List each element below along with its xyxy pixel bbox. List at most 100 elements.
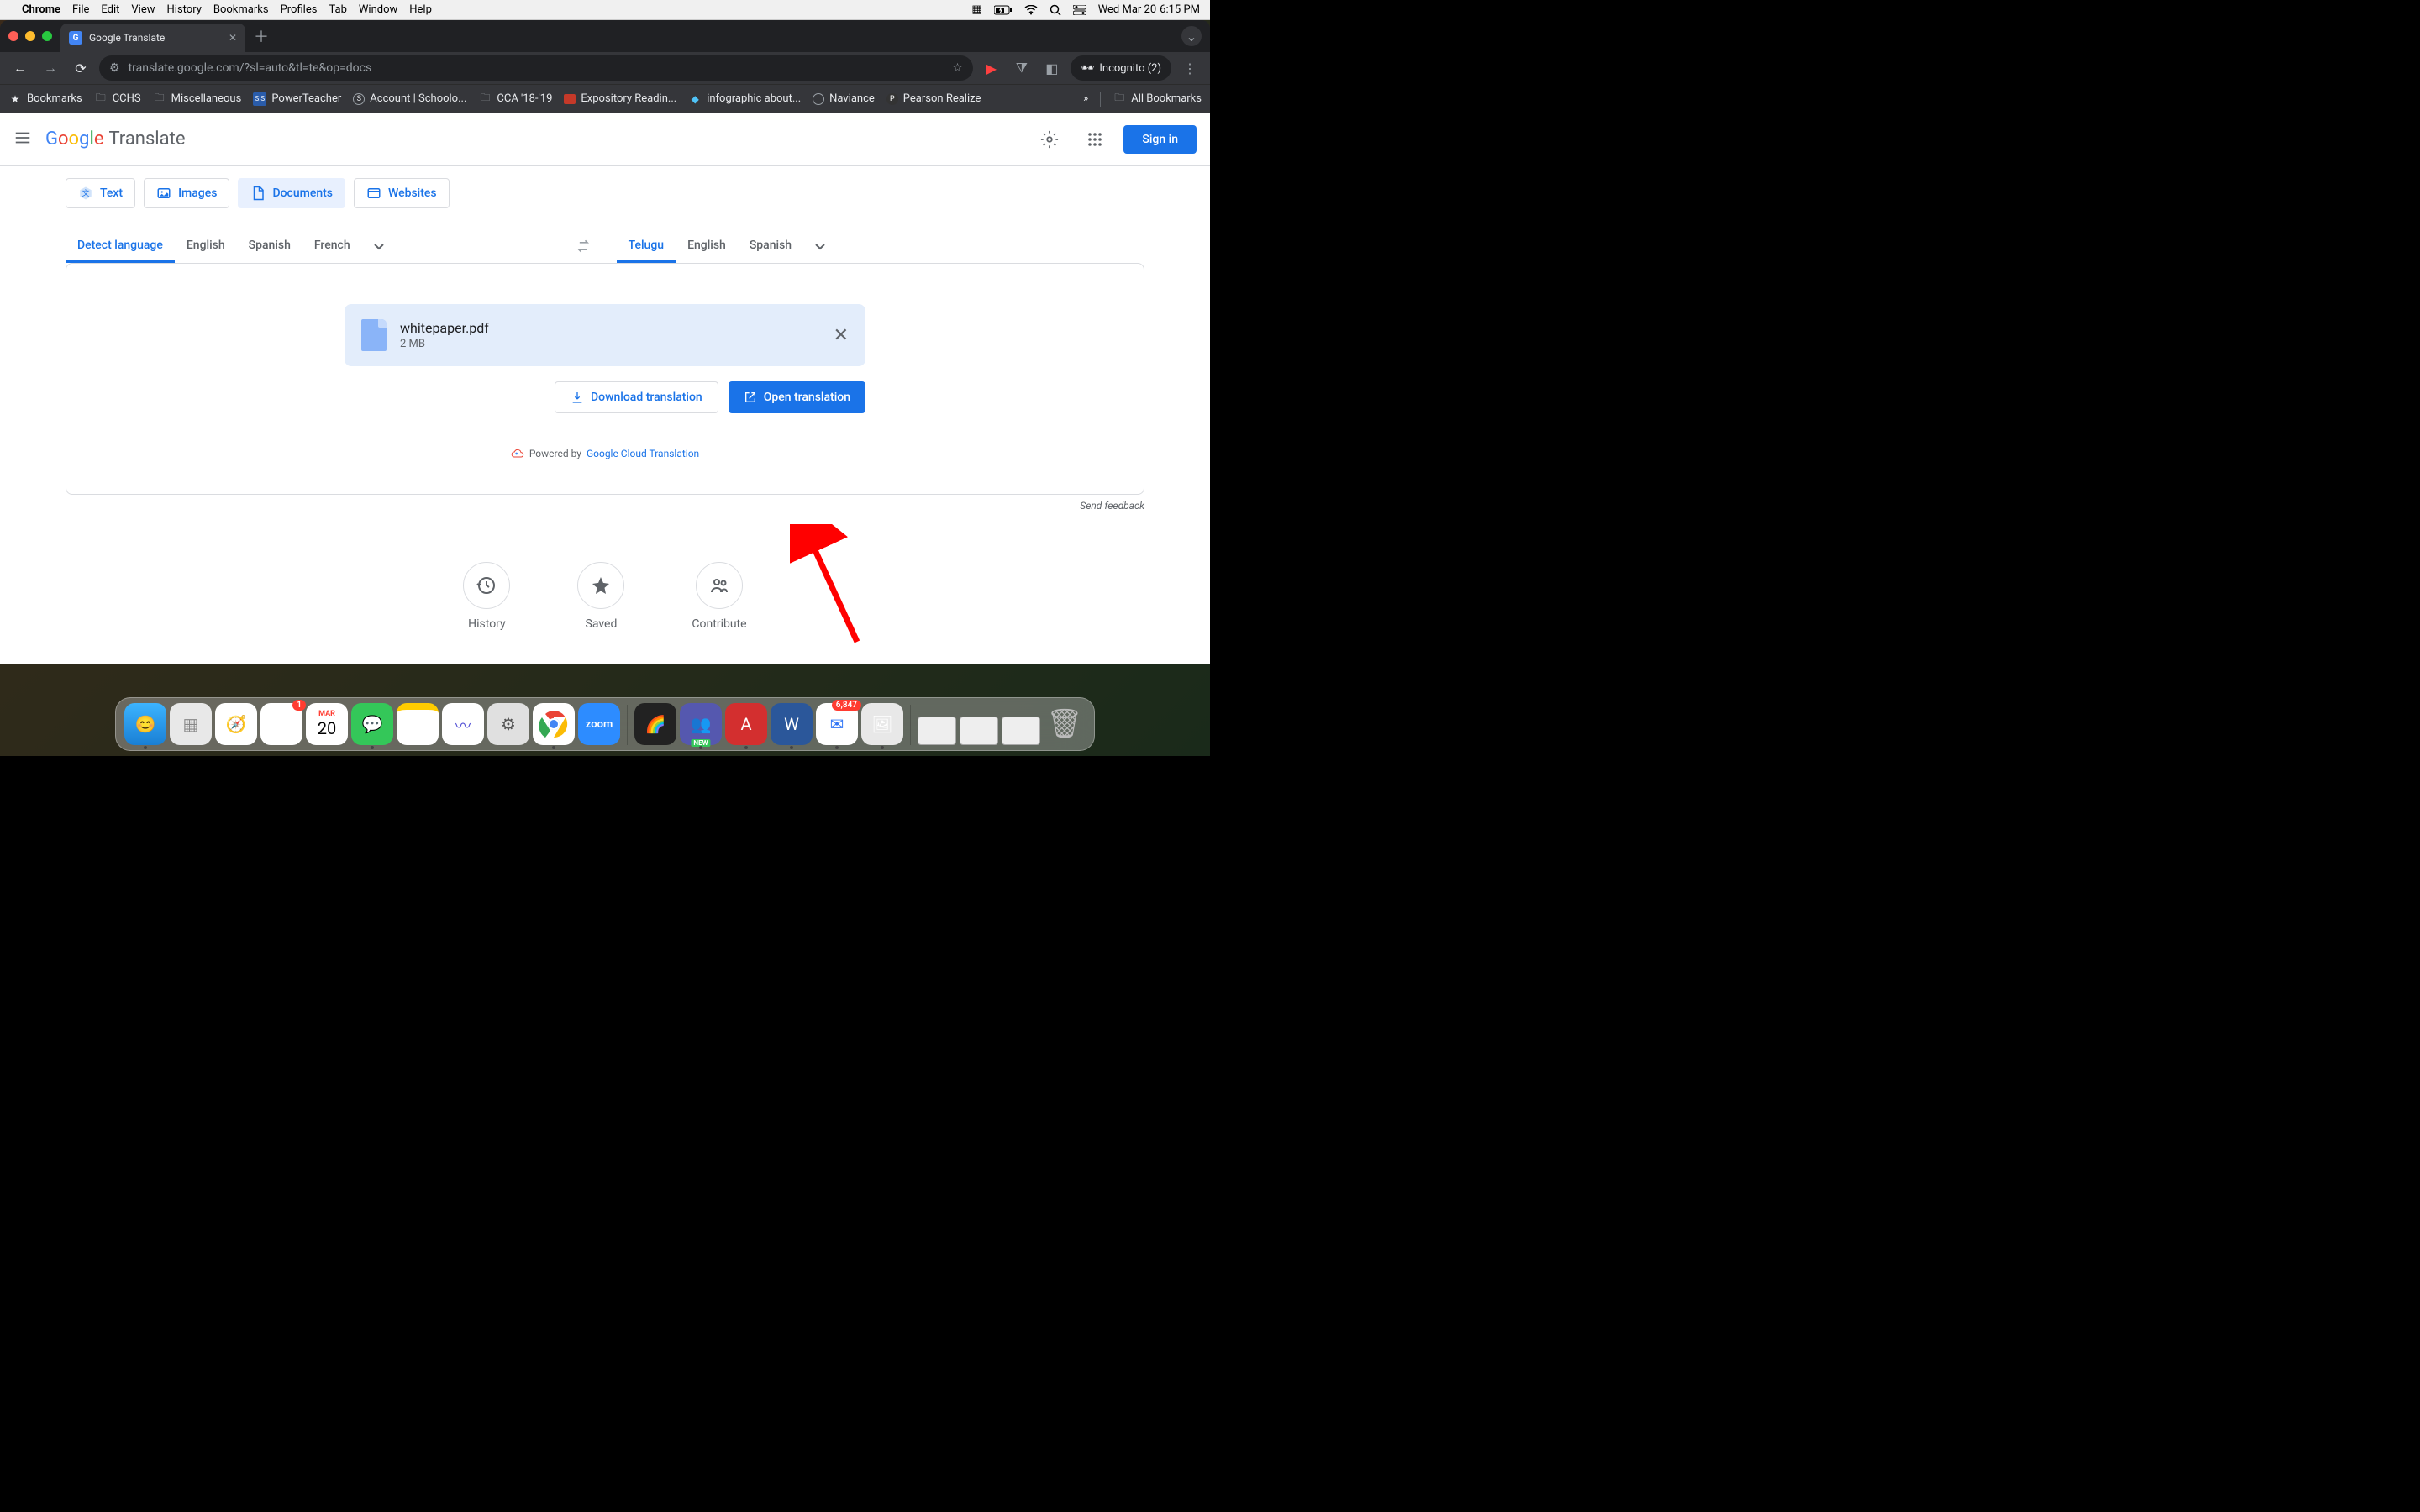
bookmark-item[interactable]: 🗀Miscellaneous bbox=[153, 92, 242, 106]
settings-icon[interactable] bbox=[1033, 123, 1066, 156]
dock-word-icon[interactable]: W bbox=[771, 703, 813, 745]
dock-freeform-icon[interactable]: 〰 bbox=[442, 703, 484, 745]
open-translation-button[interactable]: Open translation bbox=[729, 381, 865, 413]
tab-close-icon[interactable]: ✕ bbox=[229, 32, 237, 44]
dock-minimized-window[interactable] bbox=[918, 717, 956, 745]
menubar-wifi-icon[interactable] bbox=[1024, 5, 1038, 15]
menubar-control-center-icon[interactable] bbox=[1073, 5, 1086, 15]
dock-trash-icon[interactable]: 🗑 bbox=[1044, 703, 1086, 745]
menubar-help[interactable]: Help bbox=[409, 3, 432, 16]
window-maximize-button[interactable] bbox=[42, 31, 52, 41]
menubar-search-icon[interactable] bbox=[1050, 4, 1061, 16]
src-lang-detect[interactable]: Detect language bbox=[66, 228, 175, 263]
menubar-file[interactable]: File bbox=[72, 3, 89, 16]
bookmark-item[interactable]: PPearson Realize bbox=[886, 92, 981, 105]
swap-languages-button[interactable] bbox=[566, 229, 600, 263]
mode-documents-button[interactable]: Documents bbox=[238, 178, 345, 208]
dock-minimized-window[interactable] bbox=[1002, 717, 1040, 745]
dock-mail-icon[interactable]: ✉6,847 bbox=[816, 703, 858, 745]
history-button[interactable]: History bbox=[463, 562, 510, 631]
menubar-edit[interactable]: Edit bbox=[101, 3, 119, 16]
menubar-date[interactable]: Wed Mar 20 bbox=[1098, 3, 1156, 16]
menubar-tab[interactable]: Tab bbox=[329, 3, 346, 16]
cloud-translation-link[interactable]: Google Cloud Translation bbox=[587, 448, 699, 459]
mode-text-button[interactable]: 文Text bbox=[66, 178, 135, 208]
sidepanel-icon[interactable]: ◧ bbox=[1040, 56, 1064, 80]
dock-preview-icon[interactable]: 🖼 bbox=[861, 703, 903, 745]
dock-chrome-icon[interactable] bbox=[533, 703, 575, 745]
bookmark-item[interactable]: SISPowerTeacher bbox=[253, 92, 341, 106]
dock-safari-icon[interactable]: 🧭 bbox=[215, 703, 257, 745]
dock-finder-icon[interactable]: 😊 bbox=[124, 703, 166, 745]
signin-button[interactable]: Sign in bbox=[1123, 125, 1197, 154]
google-translate-logo[interactable]: Google Translate bbox=[45, 129, 185, 150]
dock-notes-icon[interactable] bbox=[397, 703, 439, 745]
chrome-menu-button[interactable]: ⋮ bbox=[1178, 56, 1202, 80]
menubar-time[interactable]: 6:15 PM bbox=[1160, 3, 1200, 16]
all-bookmarks-button[interactable]: 🗀All Bookmarks bbox=[1113, 92, 1202, 106]
dock-teams-icon[interactable]: 👥NEW bbox=[680, 703, 722, 745]
site-info-icon[interactable]: ⚙ bbox=[109, 61, 120, 75]
apps-grid-icon[interactable] bbox=[1078, 123, 1112, 156]
browser-tab[interactable]: G Google Translate ✕ bbox=[60, 24, 245, 52]
menu-icon[interactable] bbox=[13, 129, 32, 150]
dock-app-icon[interactable]: 🌈 bbox=[634, 703, 676, 745]
bookmark-item[interactable]: 🗀CCHS bbox=[94, 92, 141, 106]
bookmark-item[interactable]: Naviance bbox=[813, 92, 875, 105]
menubar-history[interactable]: History bbox=[167, 3, 202, 16]
download-translation-button[interactable]: Download translation bbox=[555, 381, 718, 413]
incognito-indicator[interactable]: 🕶 Incognito (2) bbox=[1071, 55, 1171, 81]
bookmarks-overflow-button[interactable]: » bbox=[1083, 92, 1088, 105]
dock-messages-icon[interactable]: 💬 bbox=[351, 703, 393, 745]
tgt-lang-more-button[interactable] bbox=[803, 238, 837, 254]
extensions-puzzle-icon[interactable]: ⧩ bbox=[1010, 56, 1034, 80]
tgt-lang-telugu[interactable]: Telugu bbox=[617, 228, 676, 263]
menubar-profiles[interactable]: Profiles bbox=[281, 3, 318, 16]
mode-websites-button[interactable]: Websites bbox=[354, 178, 450, 208]
extension-icon[interactable]: ▶ bbox=[980, 56, 1003, 80]
send-feedback-link[interactable]: Send feedback bbox=[0, 495, 1210, 512]
src-lang-more-button[interactable] bbox=[362, 238, 396, 254]
back-button[interactable]: ← bbox=[8, 56, 32, 80]
menubar-window[interactable]: Window bbox=[359, 3, 397, 16]
src-lang-english[interactable]: English bbox=[175, 228, 237, 263]
dock-photos-icon[interactable]: 🏵1 bbox=[260, 703, 302, 745]
bookmark-item[interactable]: 🗀CCA '18-'19 bbox=[478, 92, 552, 106]
dock-minimized-window[interactable] bbox=[960, 717, 998, 745]
url-bar[interactable]: ⚙ translate.google.com/?sl=auto&tl=te&op… bbox=[99, 55, 973, 81]
folder-icon: 🗀 bbox=[94, 92, 108, 106]
contribute-button[interactable]: Contribute bbox=[692, 562, 746, 631]
tgt-lang-spanish[interactable]: Spanish bbox=[738, 228, 803, 263]
bookmark-item[interactable]: ◆infographic about... bbox=[688, 92, 801, 106]
menubar-bartender-icon[interactable]: ▦ bbox=[971, 3, 981, 16]
bookmark-item[interactable]: ★Bookmarks bbox=[8, 92, 82, 106]
forward-button[interactable]: → bbox=[39, 56, 62, 80]
menubar-bookmarks[interactable]: Bookmarks bbox=[213, 3, 269, 16]
bookmark-item[interactable]: Expository Readin... bbox=[564, 92, 676, 105]
src-lang-french[interactable]: French bbox=[302, 228, 362, 263]
dock-acrobat-icon[interactable]: A bbox=[725, 703, 767, 745]
src-lang-spanish[interactable]: Spanish bbox=[237, 228, 302, 263]
window-close-button[interactable] bbox=[8, 31, 18, 41]
menubar-view[interactable]: View bbox=[131, 3, 155, 16]
bookmark-star-icon[interactable]: ☆ bbox=[952, 61, 963, 75]
window-minimize-button[interactable] bbox=[25, 31, 35, 41]
cloud-icon bbox=[511, 447, 524, 460]
folder-icon: 🗀 bbox=[1113, 92, 1126, 106]
new-tab-button[interactable]: ＋ bbox=[254, 25, 269, 47]
saved-button[interactable]: Saved bbox=[577, 562, 624, 631]
tgt-lang-english[interactable]: English bbox=[676, 228, 738, 263]
dock-zoom-icon[interactable]: zoom bbox=[578, 703, 620, 745]
incognito-icon: 🕶 bbox=[1081, 62, 1095, 75]
tabs-dropdown-button[interactable]: ⌄ bbox=[1181, 26, 1202, 46]
menubar-app-name[interactable]: Chrome bbox=[22, 3, 60, 16]
reload-button[interactable]: ⟳ bbox=[69, 56, 92, 80]
remove-file-button[interactable]: ✕ bbox=[834, 325, 849, 346]
menubar-battery-icon[interactable] bbox=[994, 5, 1013, 15]
mode-images-button[interactable]: Images bbox=[144, 178, 229, 208]
dock-settings-icon[interactable]: ⚙ bbox=[487, 703, 529, 745]
dock-launchpad-icon[interactable]: ▦ bbox=[170, 703, 212, 745]
bookmark-item[interactable]: SAccount | Schoolo... bbox=[353, 92, 466, 105]
dock-calendar-icon[interactable]: MAR20 bbox=[306, 703, 348, 745]
url-text: translate.google.com/?sl=auto&tl=te&op=d… bbox=[129, 61, 946, 75]
